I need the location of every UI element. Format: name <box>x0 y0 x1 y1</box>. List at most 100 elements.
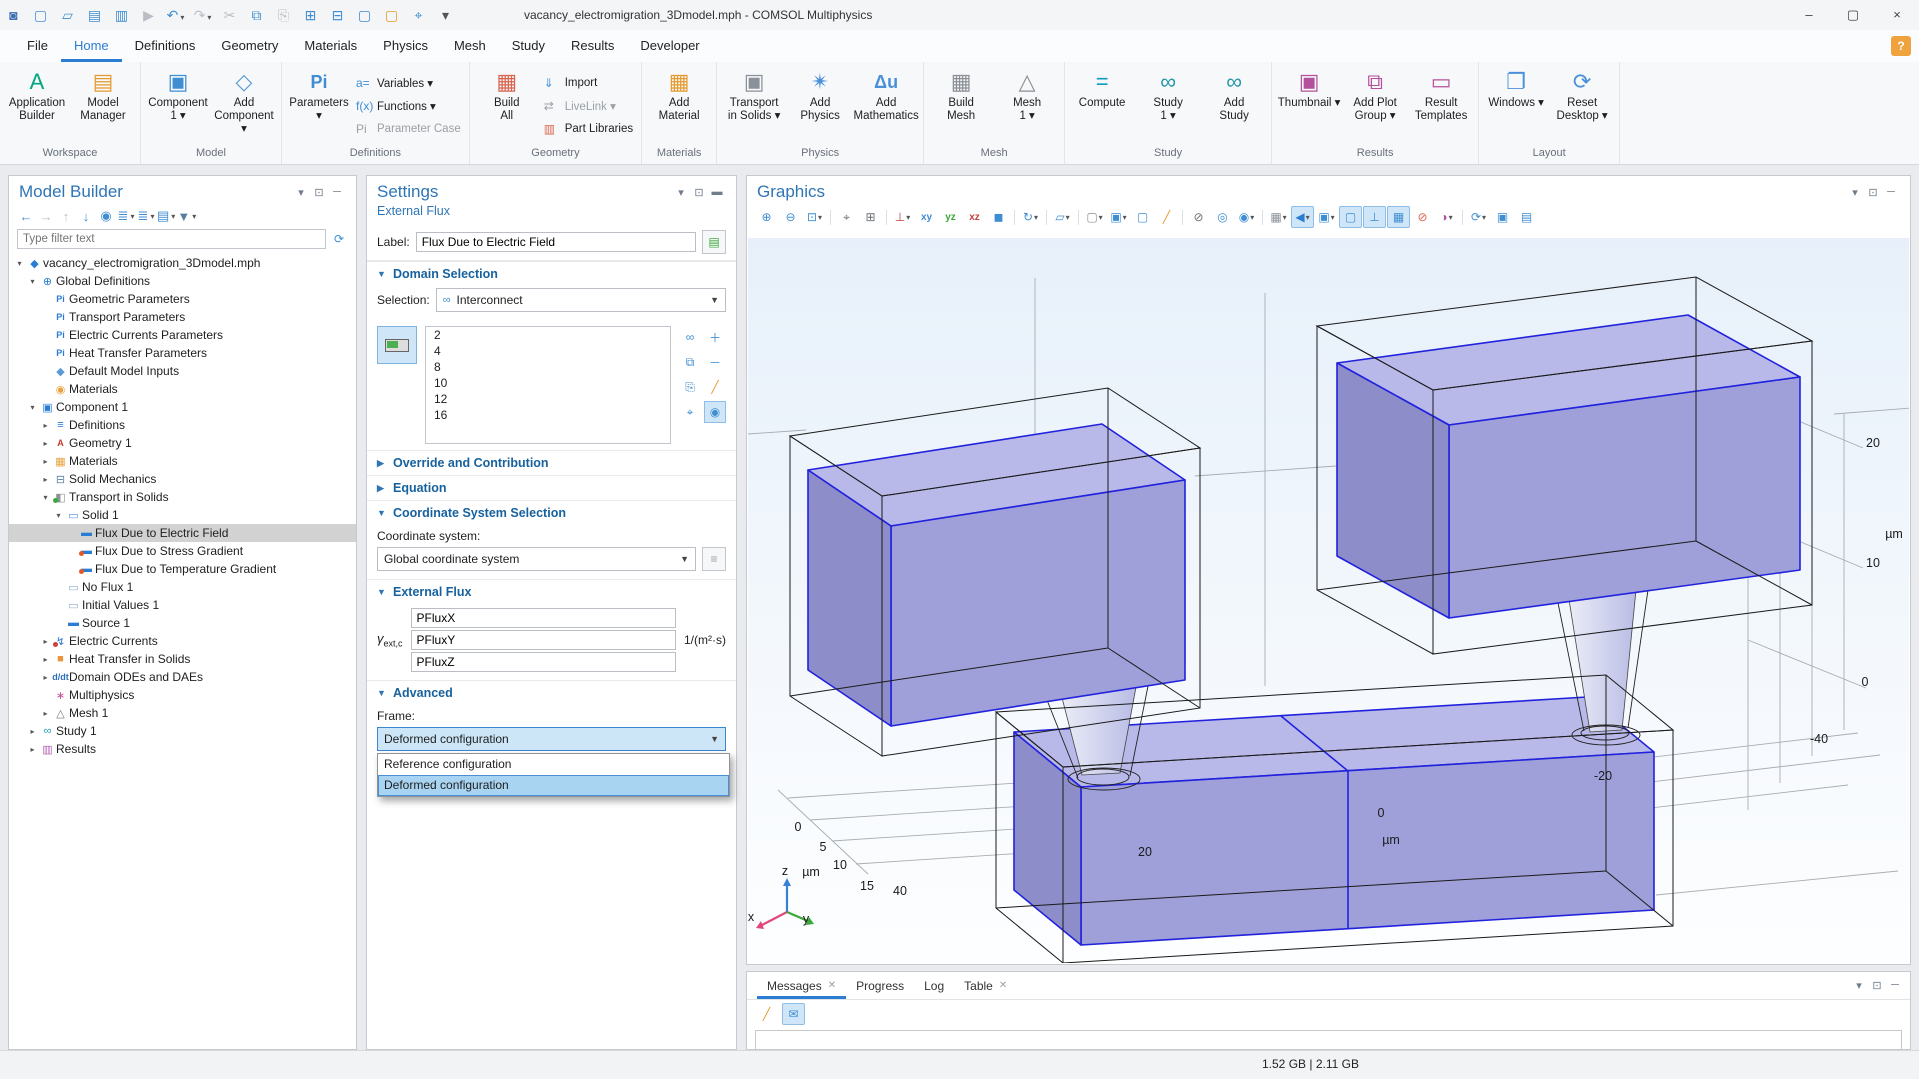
float-panel-icon[interactable]: ⊡ <box>690 186 708 199</box>
close-button[interactable]: × <box>1875 0 1919 30</box>
find[interactable]: ⌖ <box>405 2 432 28</box>
active-toggle-button[interactable] <box>377 326 417 364</box>
tree-item-global-definitions[interactable]: ▾⊕Global Definitions <box>9 272 356 290</box>
tree-item-materials[interactable]: ▸▦Materials <box>9 452 356 470</box>
view-visibility[interactable]: ◉▾ <box>1235 206 1258 228</box>
build-all-button[interactable]: ▦Build All <box>475 64 539 147</box>
float-panel-icon[interactable]: ⊡ <box>1868 979 1886 992</box>
tab-log[interactable]: Log <box>914 972 954 999</box>
menu-tab-geometry[interactable]: Geometry <box>208 30 291 62</box>
update-plot[interactable]: ⟳▾ <box>1467 206 1490 228</box>
expander-icon[interactable]: ▸ <box>39 439 52 448</box>
show-options[interactable]: ◉ <box>97 206 115 226</box>
refresh-icon[interactable]: ⟳ <box>330 229 348 249</box>
new-file[interactable]: ▢ <box>27 2 54 28</box>
tree-item-electric-currents[interactable]: ▸↯Electric Currents <box>9 632 356 650</box>
duplicate[interactable]: ⊞ <box>297 2 324 28</box>
tree-item-default-model-inputs[interactable]: ◆Default Model Inputs <box>9 362 356 380</box>
tab-table[interactable]: Table✕ <box>954 972 1017 999</box>
color-off[interactable]: ⊘ <box>1411 206 1434 228</box>
minimize-button[interactable]: – <box>1787 0 1831 30</box>
close-icon[interactable]: ✕ <box>999 980 1007 991</box>
tree-item-flux-due-to-stress-gradient[interactable]: ▬Flux Due to Stress Gradient <box>9 542 356 560</box>
selection-dropdown[interactable]: ∞ Interconnect ▼ <box>436 288 726 312</box>
section-coordinate-system[interactable]: ▼ Coordinate System Selection <box>367 500 736 525</box>
select-box-tool[interactable]: ▢ <box>1131 206 1154 228</box>
tree-item-definitions[interactable]: ▸≡Definitions <box>9 416 356 434</box>
collapse-panel-icon[interactable]: ─ <box>1882 186 1900 199</box>
paste-selection-icon[interactable]: ⎘ <box>679 376 701 398</box>
comsol-logo[interactable]: ◙ <box>0 2 27 28</box>
collapse-panel-icon[interactable]: ─ <box>328 186 346 199</box>
open-file[interactable]: ▱ <box>54 2 81 28</box>
show-bounding-box[interactable]: ▢ <box>1339 206 1362 228</box>
add-mathematics-button[interactable]: ΔuAdd Mathematics <box>854 64 918 147</box>
frame-option-deformed-configuration[interactable]: Deformed configuration <box>378 775 729 796</box>
compute-button[interactable]: =Compute <box>1070 64 1134 147</box>
image-snapshot[interactable]: ▣ <box>1491 206 1514 228</box>
help-icon[interactable]: ? <box>1891 36 1911 56</box>
scene-light[interactable]: ▣▾ <box>1315 206 1338 228</box>
move-down[interactable]: ↓ <box>77 206 95 226</box>
tree-item-transport-parameters[interactable]: PiTransport Parameters <box>9 308 356 326</box>
section-external-flux[interactable]: ▼ External Flux <box>367 579 736 604</box>
pin-panel-icon[interactable]: ▬ <box>708 186 726 199</box>
domain-list-item[interactable]: 16 <box>426 407 670 423</box>
thumbnail-button[interactable]: ▣Thumbnail ▾ <box>1277 64 1341 147</box>
tree-item-study-1[interactable]: ▸∞Study 1 <box>9 722 356 740</box>
menu-tab-materials[interactable]: Materials <box>291 30 370 62</box>
tree-item-solid-mechanics[interactable]: ▸⊟Solid Mechanics <box>9 470 356 488</box>
panel-menu-icon[interactable]: ▾ <box>672 186 690 199</box>
zoom-extents[interactable]: ⊞ <box>859 206 882 228</box>
section-domain-selection[interactable]: ▼ Domain Selection <box>367 261 736 286</box>
domain-list-item[interactable]: 4 <box>426 343 670 359</box>
expander-icon[interactable]: ▸ <box>39 457 52 466</box>
animation-camera[interactable]: ◼ <box>987 206 1010 228</box>
menu-tab-home[interactable]: Home <box>61 30 122 62</box>
copy[interactable]: ⧉ <box>243 2 270 28</box>
selection-sound[interactable]: ◀▾ <box>1291 206 1314 228</box>
menu-tab-mesh[interactable]: Mesh <box>441 30 499 62</box>
tree-item-heat-transfer-in-solids[interactable]: ▸■Heat Transfer in Solids <box>9 650 356 668</box>
go-forward[interactable]: → <box>37 206 55 226</box>
panel-menu-icon[interactable]: ▾ <box>1846 186 1864 199</box>
mesh-1-button[interactable]: △Mesh 1 ▾ <box>995 64 1059 147</box>
expand-all[interactable]: ≣▾ <box>117 206 135 226</box>
graphics-scene[interactable]: 20µm100-40-200µm2005101540µmzxy <box>748 238 1909 963</box>
deselect-brush-icon[interactable]: ╱ <box>704 376 726 398</box>
show-axis-orientation[interactable]: ⊥ <box>1363 206 1386 228</box>
transport-in-solids-button[interactable]: ▣Transport in Solids ▾ <box>722 64 786 147</box>
add-component-button[interactable]: ◇Add Component ▾ <box>212 64 276 147</box>
zoom-to-selection-icon[interactable]: ⌖ <box>679 401 701 423</box>
tree-item-transport-in-solids[interactable]: ▾◧Transport in Solids <box>9 488 356 506</box>
run[interactable]: ▶ <box>135 2 162 28</box>
select-mode[interactable]: ▢▾ <box>1083 206 1106 228</box>
filter-funnel[interactable]: ▼▾ <box>177 206 196 226</box>
section-override[interactable]: ▶ Override and Contribution <box>367 450 736 475</box>
expander-icon[interactable]: ▾ <box>26 403 39 412</box>
build-mesh-button[interactable]: ▦Build Mesh <box>929 64 993 147</box>
tree-filter-input[interactable] <box>17 229 326 249</box>
zoom-out[interactable]: ⊖ <box>779 206 802 228</box>
model-tree-nodes[interactable]: ▤▾ <box>157 206 175 226</box>
go-to-source-icon[interactable]: ≡ <box>702 547 726 571</box>
add-material-button[interactable]: ▦Add Material <box>647 64 711 147</box>
tree-item-flux-due-to-electric-field[interactable]: ▬Flux Due to Electric Field <box>9 524 356 542</box>
section-advanced[interactable]: ▼ Advanced <box>367 680 736 705</box>
go-back[interactable]: ← <box>17 206 35 226</box>
show-grid[interactable]: ▦ <box>1387 206 1410 228</box>
tree-item-no-flux-1[interactable]: ▭No Flux 1 <box>9 578 356 596</box>
frame-dropdown[interactable]: Deformed configuration ▼ <box>377 727 726 751</box>
delete[interactable]: ⊟ <box>324 2 351 28</box>
tree-item-heat-transfer-parameters[interactable]: PiHeat Transfer Parameters <box>9 344 356 362</box>
scene-appearance[interactable]: ▱▾ <box>1051 206 1074 228</box>
tree-item-domain-odes-and-daes[interactable]: ▸d/dtDomain ODEs and DAEs <box>9 668 356 686</box>
domain-list-item[interactable]: 8 <box>426 359 670 375</box>
expander-icon[interactable]: ▸ <box>39 637 52 646</box>
axis-views[interactable]: ⊥▾ <box>891 206 914 228</box>
parameters-button[interactable]: PiParameters ▾ <box>287 64 351 147</box>
tree-item-initial-values-1[interactable]: ▭Initial Values 1 <box>9 596 356 614</box>
remove-from-selection-icon[interactable]: － <box>704 351 726 373</box>
close-icon[interactable]: ✕ <box>828 980 836 991</box>
expander-icon[interactable]: ▾ <box>13 259 26 268</box>
